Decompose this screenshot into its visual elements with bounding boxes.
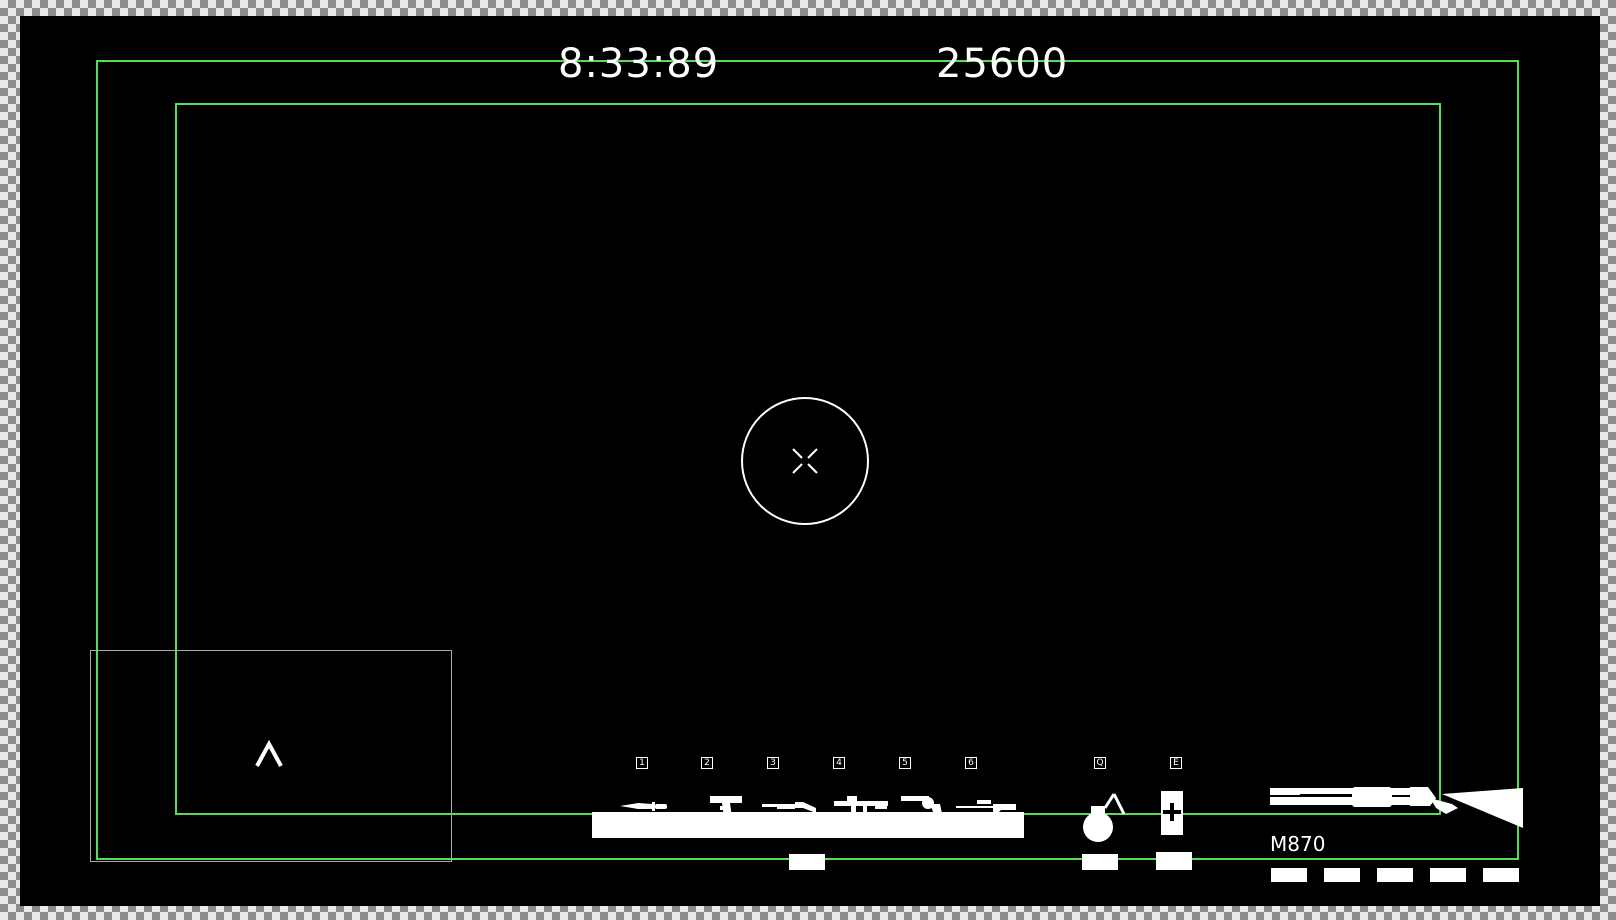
game-viewport[interactable]: 8:33:89 25600 1 2 3 4 5 6 Q E M870 xyxy=(20,16,1600,906)
magazine-pip xyxy=(1377,868,1413,882)
chevron-up-icon xyxy=(255,740,283,767)
slot-key-2: 2 xyxy=(701,757,713,769)
slot-key-e: E xyxy=(1170,757,1182,769)
current-weapon-name: M870 xyxy=(1270,832,1326,856)
score-counter: 25600 xyxy=(936,41,1069,87)
slot-key-1: 1 xyxy=(636,757,648,769)
slot-key-5: 5 xyxy=(899,757,911,769)
slot-key-4: 4 xyxy=(833,757,845,769)
match-timer: 8:33:89 xyxy=(558,41,720,87)
magazine-pip xyxy=(1324,868,1360,882)
slot-key-6: 6 xyxy=(965,757,977,769)
magazine-pip xyxy=(1430,868,1466,882)
grenade-count-indicator xyxy=(1082,854,1118,870)
medkit-icon[interactable] xyxy=(1160,790,1184,836)
slot-key-q: Q xyxy=(1094,757,1106,769)
ammo-reserve-bar xyxy=(592,812,1024,838)
crosshair-center-icon xyxy=(792,448,818,474)
slot-key-3: 3 xyxy=(767,757,779,769)
medkit-count-indicator xyxy=(1156,852,1192,870)
active-slot-indicator xyxy=(789,854,825,870)
magazine-pip xyxy=(1483,868,1519,882)
grenade-icon[interactable] xyxy=(1080,788,1128,844)
magazine-pip xyxy=(1271,868,1307,882)
